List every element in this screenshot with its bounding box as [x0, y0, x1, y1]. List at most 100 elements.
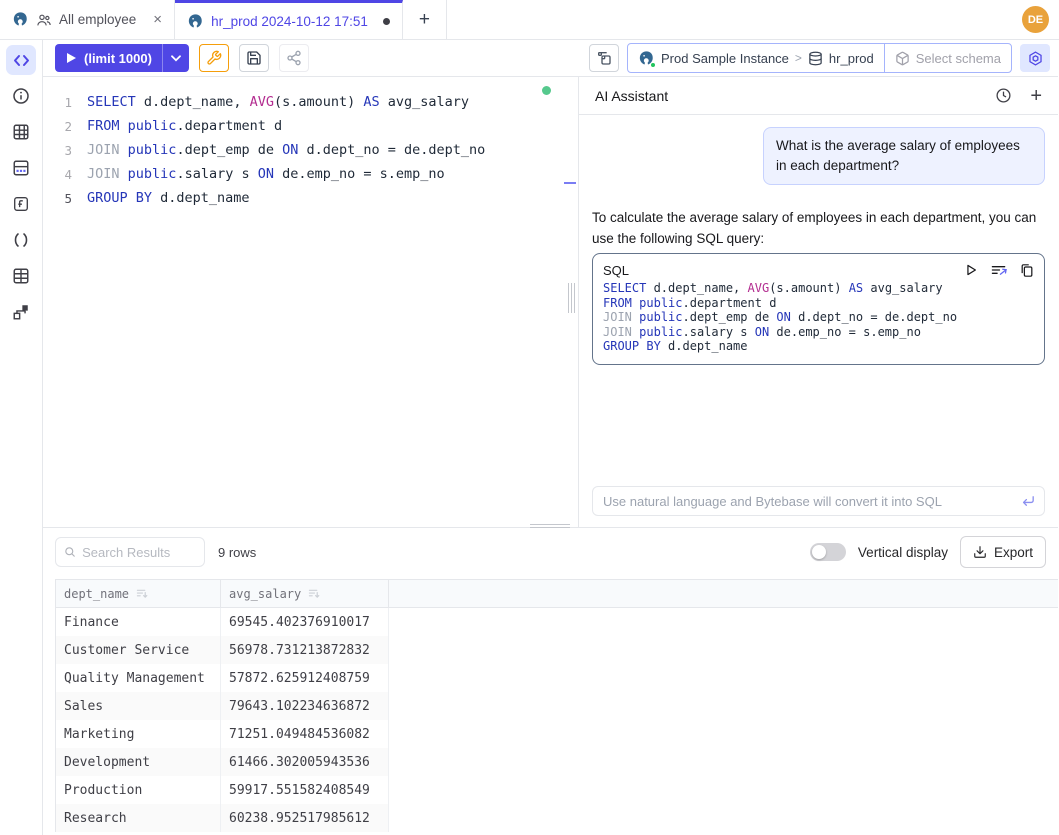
table-cell[interactable]: 69545.402376910017	[221, 608, 389, 636]
tab-all-employee[interactable]: All employee ×	[0, 0, 175, 39]
column-header-dept-name[interactable]: dept_name	[56, 580, 221, 607]
table-cell[interactable]: 56978.731213872832	[221, 636, 389, 664]
sidebar-item-brackets[interactable]	[6, 225, 36, 255]
sql-editor[interactable]: 1SELECT d.dept_name, AVG(s.amount) AS av…	[43, 77, 564, 527]
table-cell[interactable]: 71251.049484536082	[221, 720, 389, 748]
avatar[interactable]: DE	[1022, 6, 1049, 33]
table-cell[interactable]: Quality Management	[56, 664, 221, 692]
save-sheet-button[interactable]	[239, 44, 269, 72]
run-options-caret[interactable]	[162, 44, 189, 72]
code-line[interactable]: 1SELECT d.dept_name, AVG(s.amount) AS av…	[43, 90, 564, 114]
share-sheet-button[interactable]	[279, 44, 309, 72]
schema-selector[interactable]: Select schema	[884, 44, 1011, 72]
sidebar-item-schema-diagram[interactable]	[6, 297, 36, 327]
results-search-input[interactable]	[82, 545, 196, 560]
sidebar-item-tables[interactable]	[6, 261, 36, 291]
line-number: 3	[43, 143, 87, 158]
table-cell[interactable]: Production	[56, 776, 221, 804]
table-row[interactable]: Production59917.551582408549	[56, 776, 1058, 804]
connection-chip: Prod Sample Instance > hr_prod Select sc…	[627, 43, 1012, 73]
line-number: 5	[43, 191, 87, 206]
table-row[interactable]: Customer Service56978.731213872832	[56, 636, 1058, 664]
table-row[interactable]: Finance69545.402376910017	[56, 608, 1058, 636]
bytebase-sql-editor-app: All employee × hr_prod 2024-10-12 17:51 …	[0, 0, 1059, 835]
code-block-line: JOIN public.salary s ON de.emp_no = s.em…	[603, 325, 1034, 340]
table-cell[interactable]: Development	[56, 748, 221, 776]
enter-return-icon[interactable]	[1020, 494, 1036, 508]
table-cell[interactable]: Marketing	[56, 720, 221, 748]
tab-bar: All employee × hr_prod 2024-10-12 17:51 …	[0, 0, 1059, 40]
tab-hr-prod[interactable]: hr_prod 2024-10-12 17:51	[175, 0, 403, 39]
table-header-row: dept_name avg_salary	[56, 579, 1058, 608]
splitter-handle[interactable]	[568, 283, 575, 313]
vertical-splitter[interactable]	[564, 77, 578, 527]
cube-icon	[895, 51, 910, 66]
table-row[interactable]: Development61466.302005943536	[56, 748, 1058, 776]
ai-input-wrap	[592, 486, 1045, 516]
wrench-icon	[206, 50, 222, 66]
table-cell[interactable]: Research	[56, 804, 221, 832]
code-line[interactable]: 3JOIN public.dept_emp de ON d.dept_no = …	[43, 138, 564, 162]
sidebar-item-draft-sheet[interactable]	[6, 153, 36, 183]
editor-status-dot-icon	[542, 86, 551, 95]
database-name: hr_prod	[829, 51, 874, 66]
code-line[interactable]: 5GROUP BY d.dept_name	[43, 186, 564, 210]
ai-assistant-button[interactable]	[1020, 44, 1050, 72]
table-cell[interactable]: Finance	[56, 608, 221, 636]
ai-assistant-panel: AI Assistant + What is the average salar…	[578, 77, 1058, 527]
batch-query-button[interactable]	[589, 44, 619, 72]
close-icon[interactable]: ×	[153, 12, 162, 27]
new-chat-plus-icon[interactable]: +	[1030, 86, 1042, 106]
code-lang-label: SQL	[603, 260, 629, 281]
run-query-button[interactable]: (limit 1000)	[55, 44, 189, 72]
line-number: 2	[43, 119, 87, 134]
results-search-box	[55, 537, 205, 567]
ai-prompt-input[interactable]	[603, 494, 1020, 509]
batch-query-icon	[596, 50, 612, 66]
horizontal-splitter-handle[interactable]	[530, 524, 570, 528]
table-cell[interactable]: Sales	[56, 692, 221, 720]
left-sidebar	[0, 40, 43, 835]
results-panel: 9 rows Vertical display Export dept_name	[43, 527, 1058, 835]
vertical-display-toggle[interactable]	[810, 543, 846, 561]
sql-code-card: SQL SELECT d.dept_name, AVG(s.amount) AS…	[592, 253, 1045, 365]
sidebar-item-worksheet[interactable]	[6, 117, 36, 147]
code-line[interactable]: 4JOIN public.salary s ON de.emp_no = s.e…	[43, 162, 564, 186]
column-header-avg-salary[interactable]: avg_salary	[221, 580, 389, 607]
export-button[interactable]: Export	[960, 536, 1046, 568]
history-clock-icon[interactable]	[995, 87, 1012, 104]
sidebar-item-functions[interactable]	[6, 189, 36, 219]
table-cell[interactable]: Customer Service	[56, 636, 221, 664]
schema-placeholder: Select schema	[916, 51, 1001, 66]
sidebar-item-code-editor[interactable]	[6, 45, 36, 75]
code-line[interactable]: 2FROM public.department d	[43, 114, 564, 138]
sort-icon	[308, 588, 320, 599]
people-icon	[36, 12, 52, 28]
table-cell[interactable]: 59917.551582408549	[221, 776, 389, 804]
draft-sheet-icon	[12, 159, 30, 177]
sort-icon	[136, 588, 148, 599]
run-play-icon[interactable]	[964, 263, 978, 277]
new-tab-button[interactable]: +	[403, 0, 447, 39]
table-cell[interactable]: 61466.302005943536	[221, 748, 389, 776]
sidebar-item-info[interactable]	[6, 81, 36, 111]
table-row[interactable]: Research60238.952517985612	[56, 804, 1058, 832]
info-icon	[12, 87, 30, 105]
table-rows-icon	[12, 267, 30, 285]
copy-icon[interactable]	[1020, 263, 1034, 278]
table-cell[interactable]: 79643.102234636872	[221, 692, 389, 720]
table-row[interactable]: Quality Management57872.625912408759	[56, 664, 1058, 692]
connection-selector[interactable]: Prod Sample Instance > hr_prod	[628, 44, 884, 72]
breadcrumb-separator: >	[795, 51, 802, 65]
parentheses-icon	[13, 232, 29, 248]
code-block-line: GROUP BY d.dept_name	[603, 339, 1034, 354]
table-cell[interactable]: 57872.625912408759	[221, 664, 389, 692]
table-cell[interactable]: 60238.952517985612	[221, 804, 389, 832]
code-block-line: SELECT d.dept_name, AVG(s.amount) AS avg…	[603, 281, 1034, 296]
schema-diagram-icon	[12, 303, 30, 321]
database-icon	[808, 51, 823, 66]
table-row[interactable]: Sales79643.102234636872	[56, 692, 1058, 720]
admin-wrench-button[interactable]	[199, 44, 229, 72]
table-row[interactable]: Marketing71251.049484536082	[56, 720, 1058, 748]
insert-sql-icon[interactable]	[991, 263, 1007, 277]
